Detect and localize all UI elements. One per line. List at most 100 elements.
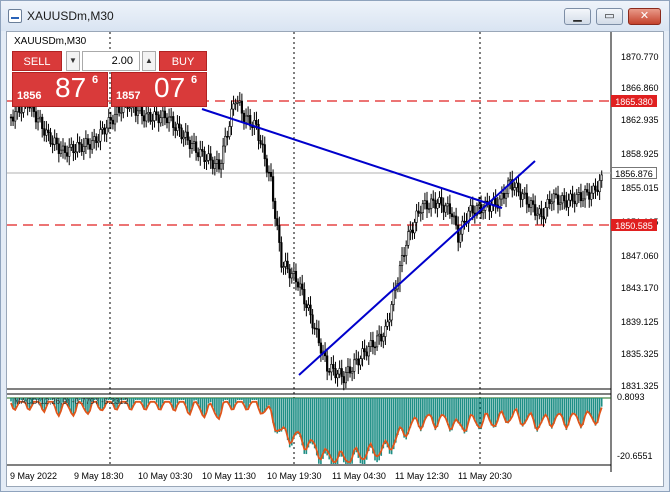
macd-histogram-bar [469,398,472,415]
candle-body [536,213,539,216]
candle-body [419,212,422,214]
sell-button[interactable]: SELL [12,51,62,71]
macd-histogram-bar [324,398,326,454]
macd-histogram-bar [10,398,12,402]
price-axis-label: 1870.770 [621,52,659,62]
macd-histogram-bar [363,398,366,464]
lot-decrease-button[interactable]: ▼ [66,51,80,71]
macd-histogram-bar [499,398,501,414]
close-button[interactable]: ✕ [628,8,661,25]
candle-body [115,106,119,115]
candle-body [554,193,558,196]
candle-body [590,192,593,200]
macd-histogram-bar [168,398,170,400]
candle-body [330,364,333,373]
descending-trend-line [201,108,503,209]
maximize-button[interactable]: ▭ [596,8,623,25]
macd-histogram-bar [359,398,362,464]
candle-body [357,358,360,366]
macd-histogram-bar [170,398,172,403]
macd-histogram-bar [457,398,459,424]
price-axis-label: 1831.325 [621,381,659,391]
time-axis-label: 9 May 18:30 [74,471,124,481]
macd-histogram-bar [546,398,549,418]
macd-histogram-bar [355,398,358,453]
macd-histogram-bar [594,398,597,426]
minimize-button[interactable]: ▁ [564,8,591,25]
candle-body [450,213,454,217]
candle-body [63,145,67,153]
candle-body [403,255,406,257]
title-bar[interactable]: XAUUSDm,M30 ▁ ▭ ✕ [1,1,669,31]
macd-histogram-bar [322,398,324,459]
candle-body [382,336,385,342]
candle-body [184,131,187,138]
candle-body [552,193,555,203]
window-title: XAUUSDm,M30 [27,9,114,23]
macd-histogram-bar [236,398,239,400]
macd-histogram-bar [209,398,212,403]
macd-histogram-bar [459,398,462,426]
macd-histogram-bar [297,398,299,435]
macd-histogram-bar [153,398,156,400]
macd-histogram-bar [484,398,487,414]
macd-histogram-bar [557,398,559,415]
candle-body [338,368,341,375]
candle-body [299,283,302,288]
candle-body [398,265,402,284]
candle-body [80,143,83,152]
candle-body [546,199,549,208]
candle-body [167,116,171,124]
macd-histogram-bar [386,398,389,448]
sell-price-button[interactable]: 1856 87 6 [12,72,108,107]
candle-body [405,245,408,256]
buy-button[interactable]: BUY [159,51,207,71]
macd-histogram-bar [382,398,385,449]
candle-body [303,288,306,305]
macd-histogram-bar [293,398,295,440]
buy-price-prefix: 1857 [116,90,141,102]
time-axis-label: 11 May 20:30 [458,471,512,481]
macd-histogram-bar [330,398,333,464]
macd-histogram-bar [461,398,464,430]
candle-body [290,273,293,279]
buy-price-button[interactable]: 1857 07 6 [111,72,207,107]
lot-increase-button[interactable]: ▲ [142,51,156,71]
macd-histogram-bar [234,398,237,403]
macd-histogram-bar [515,398,518,409]
upper-level-tag: 1865.380 [611,95,657,107]
buy-price-pips: 07 [154,72,186,103]
macd-histogram-bar [478,398,480,430]
macd-histogram-bar [151,398,154,400]
time-axis-label: 11 May 12:30 [395,471,449,481]
candle-body [45,129,48,136]
price-axis-label: 1862.935 [621,115,659,125]
candle-body [305,303,308,309]
macd-histogram-bar [180,398,183,400]
candle-body [542,216,545,220]
candle-body [28,106,31,109]
lot-size-input[interactable]: 2.00 [82,51,140,71]
candle-body [292,270,295,274]
candle-body [66,152,69,157]
macd-histogram-bar [334,398,337,464]
ascending-trend-line [298,160,536,376]
candle-body [93,136,96,142]
macd-histogram-bar [276,398,279,434]
candle-body [174,127,177,131]
macd-histogram-bar [528,398,530,416]
macd-histogram-bar [347,398,349,464]
candle-body [49,132,52,145]
candle-body [238,100,241,103]
macd-histogram-bar [571,398,574,414]
macd-histogram-bar [226,398,229,400]
candle-body [14,111,17,122]
chart-area[interactable]: XAUUSDm,M30 SELL ▼ 2.00 ▲ BUY 1856 87 6 … [6,31,664,487]
current-price-tag: 1856.876 [611,167,657,179]
macd-histogram-bar [345,398,347,464]
candle-body [138,106,142,112]
macd-histogram-bar [166,398,168,400]
macd-histogram-bar [309,398,312,444]
candle-body [540,208,543,218]
candle-body [500,192,503,200]
